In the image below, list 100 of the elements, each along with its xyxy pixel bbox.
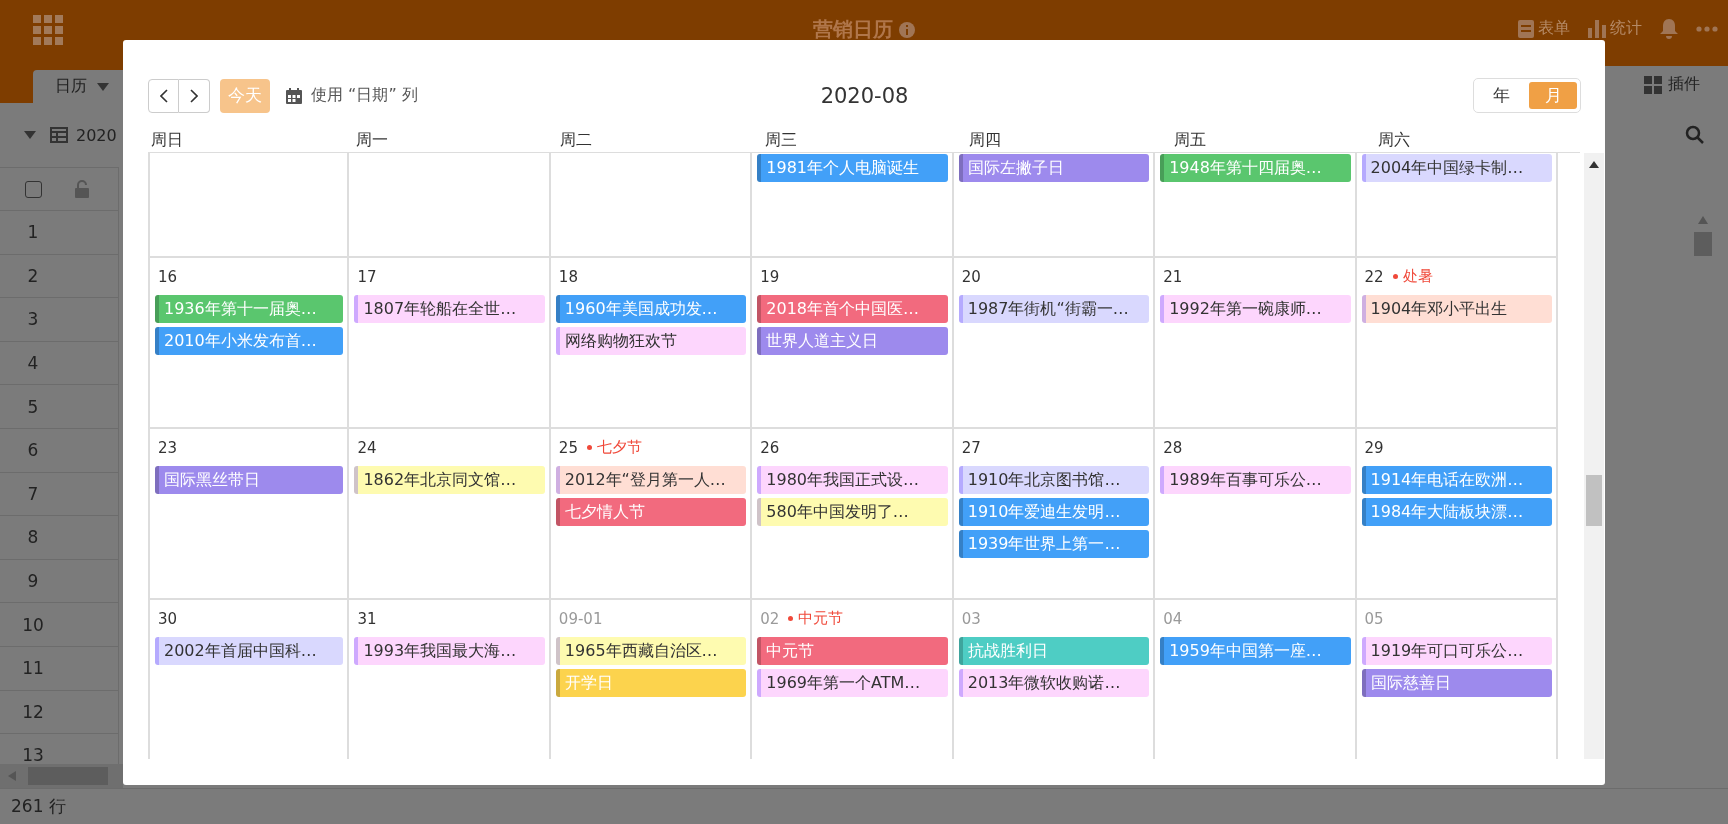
calendar-event[interactable]: 1948年第十四届奥… — [1160, 154, 1351, 182]
scrollbar-thumb[interactable] — [1694, 232, 1712, 256]
calendar-event[interactable]: 2004年中国绿卡制… — [1361, 154, 1552, 182]
day-number: 09-01 — [558, 609, 603, 628]
row-count: 261 行 — [11, 795, 66, 818]
info-icon — [899, 21, 915, 38]
calendar-event[interactable]: 七夕情人节 — [555, 498, 747, 526]
calendar-event[interactable]: 2013年微软收购诺… — [958, 669, 1150, 697]
search-icon — [1685, 125, 1705, 145]
day-number: 28 — [1163, 438, 1183, 457]
calendar-event[interactable]: 1989年百事可乐公… — [1160, 466, 1351, 494]
day-number: 18 — [558, 267, 578, 286]
scrollbar-thumb[interactable] — [1586, 475, 1602, 526]
calendar-event[interactable]: 1965年西藏自治区… — [555, 637, 747, 665]
day-number: 26 — [760, 438, 780, 457]
date-column-selector[interactable]: 使用 “日期” 列 — [286, 85, 418, 106]
weekday-label: 周五 — [1172, 129, 1207, 151]
calendar-event[interactable]: 1936年第十一届奥… — [155, 295, 344, 323]
scroll-up-icon — [1589, 161, 1599, 168]
vertical-scrollbar[interactable] — [1584, 153, 1604, 759]
day-number: 29 — [1364, 438, 1384, 457]
day-number: 16 — [158, 267, 178, 286]
weekday-label: 周一 — [354, 129, 389, 151]
view-name: 2020 — [76, 125, 117, 145]
calendar-event[interactable]: 2010年小米发布首… — [155, 327, 344, 355]
calendar-icon — [286, 87, 302, 104]
calendar-event[interactable]: 1910年北京图书馆… — [958, 466, 1150, 494]
day-number: 24 — [357, 438, 377, 457]
calendar-event[interactable]: 1980年我国正式设… — [757, 466, 948, 494]
calendar-event[interactable]: 1862年北京同文馆… — [354, 466, 545, 494]
calendar-event[interactable]: 1960年美国成功发… — [555, 295, 747, 323]
calendar-event[interactable]: 1914年电话在欧洲… — [1361, 466, 1552, 494]
lock-icon — [74, 180, 90, 198]
row-number: 5 — [26, 396, 40, 417]
caret-icon — [24, 131, 36, 139]
calendar-event[interactable]: 国际左撇子日 — [958, 154, 1150, 182]
calendar-event[interactable]: 网络购物狂欢节 — [555, 327, 747, 355]
today-button[interactable]: 今天 — [220, 78, 270, 113]
more-icon — [1696, 25, 1718, 32]
calendar-event[interactable]: 1987年街机“街霸一… — [958, 295, 1150, 323]
calendar-event[interactable]: 1807年轮船在全世… — [354, 295, 545, 323]
day-number: 23 — [158, 438, 178, 457]
form-icon — [1518, 19, 1534, 38]
next-month-button[interactable] — [179, 78, 210, 113]
calendar-event[interactable]: 580年中国发明了… — [757, 498, 948, 526]
weekday-label: 周日 — [150, 129, 184, 151]
row-number: 9 — [26, 571, 40, 592]
scroll-left-icon — [8, 771, 16, 781]
grid-icon — [1644, 75, 1662, 94]
calendar-event[interactable]: 2002年首届中国科… — [155, 637, 344, 665]
form-button[interactable]: 表单 — [1518, 18, 1570, 39]
calendar-event[interactable]: 国际慈善日 — [1361, 669, 1552, 697]
calendar-event[interactable]: 1910年爱迪生发明… — [958, 498, 1150, 526]
day-number: 19 — [760, 267, 780, 286]
scroll-up-icon — [1698, 216, 1708, 224]
table-icon — [50, 127, 68, 143]
checkbox[interactable] — [25, 180, 42, 198]
bar-chart-icon — [1588, 19, 1606, 38]
row-number: 6 — [26, 440, 40, 461]
calendar-event[interactable]: 1969年第一个ATM… — [757, 669, 948, 697]
row-number: 10 — [21, 614, 45, 635]
calendar-event[interactable]: 国际黑丝带日 — [155, 466, 344, 494]
chevron-left-icon — [159, 88, 168, 103]
apps-grid-icon — [33, 15, 63, 45]
calendar-event[interactable]: 中元节 — [757, 637, 948, 665]
calendar-event[interactable]: 1959年中国第一座… — [1160, 637, 1351, 665]
row-number: 12 — [21, 701, 45, 722]
day-number: 03 — [961, 609, 981, 628]
previous-month-button[interactable] — [148, 78, 179, 113]
holiday-label: 处暑 — [1392, 267, 1433, 286]
calendar-event[interactable]: 1919年可口可乐公… — [1361, 637, 1552, 665]
day-number: 22 — [1364, 267, 1384, 286]
day-number: 30 — [158, 609, 178, 628]
app-title: 营销日历 — [813, 16, 893, 43]
bell-icon — [1660, 18, 1678, 39]
calendar-event[interactable]: 1939年世界上第一… — [958, 530, 1150, 558]
calendar-event[interactable]: 世界人道主义日 — [757, 327, 948, 355]
view-option[interactable]: 月 — [1529, 82, 1577, 109]
calendar-event[interactable]: 抗战胜利日 — [958, 637, 1150, 665]
weekday-label: 周三 — [763, 129, 798, 151]
weekday-label: 周四 — [968, 129, 1003, 151]
day-number: 25 — [558, 438, 578, 457]
holiday-label: 七夕节 — [586, 438, 642, 457]
caret-icon — [97, 82, 109, 91]
calendar-event[interactable]: 1904年邓小平出生 — [1361, 295, 1552, 323]
horizontal-scrollbar[interactable] — [0, 764, 123, 788]
calendar-event[interactable]: 2012年“登月第一人… — [555, 466, 747, 494]
calendar-event[interactable]: 1984年大陆板块漂… — [1361, 498, 1552, 526]
calendar-event[interactable]: 1992年第一碗康师… — [1160, 295, 1351, 323]
row-number: 1 — [26, 222, 40, 243]
calendar-event[interactable]: 1981年个人电脑诞生 — [757, 154, 948, 182]
statistics-button[interactable]: 统计 — [1588, 18, 1642, 39]
calendar-event[interactable]: 1993年我国最大海… — [354, 637, 545, 665]
row-number: 8 — [26, 527, 40, 548]
day-number: 04 — [1163, 609, 1183, 628]
calendar-event[interactable]: 2018年首个中国医… — [757, 295, 948, 323]
month-title: 2020-08 — [820, 83, 909, 108]
day-number: 17 — [357, 267, 377, 286]
day-number: 21 — [1163, 267, 1183, 286]
day-number: 05 — [1364, 609, 1384, 628]
